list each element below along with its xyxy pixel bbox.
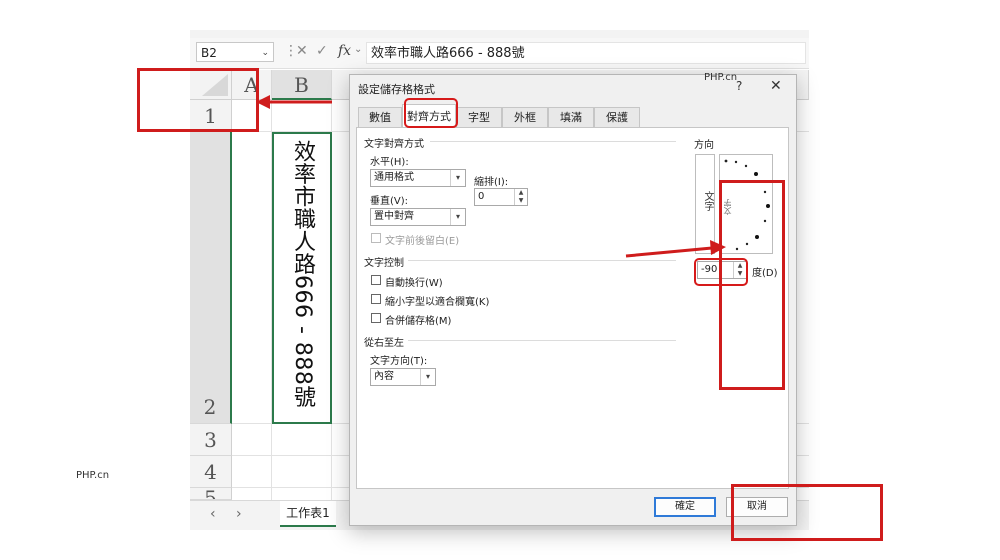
indent-value: 0 [478, 191, 485, 202]
merge-cells-checkbox[interactable] [371, 313, 381, 323]
group-separator [430, 141, 676, 142]
ribbon-strip [190, 30, 809, 38]
chevron-left-icon[interactable]: ‹ [210, 506, 216, 522]
chevron-down-icon[interactable]: ▾ [450, 209, 465, 225]
indent-spinner[interactable]: 0 ▲ ▼ [474, 188, 528, 206]
wrap-text-label: 自動換行(W) [385, 278, 443, 289]
chevron-down-icon[interactable]: ▾ [420, 369, 435, 385]
spin-up-icon[interactable]: ▲ [514, 189, 527, 197]
sheet-tab-1[interactable]: 工作表1 [280, 501, 336, 527]
text-direction-value: 內容 [374, 371, 394, 382]
merge-cells-label: 合併儲存格(M) [385, 316, 452, 327]
indent-label: 縮排(I): [474, 177, 509, 188]
confirm-entry-icon[interactable]: ✓ [316, 43, 328, 59]
cancel-entry-icon[interactable]: ✕ [296, 43, 308, 59]
justify-distributed-label: 文字前後留白(E) [385, 236, 460, 247]
annotation-box-cancel [731, 484, 883, 541]
text-control-group-label: 文字控制 [364, 258, 404, 269]
row-header-5[interactable]: 5 [190, 488, 232, 500]
wrap-text-checkbox[interactable] [371, 275, 381, 285]
tab-border[interactable]: 外框 [502, 107, 548, 127]
ok-button[interactable]: 確定 [654, 497, 716, 517]
close-icon[interactable]: ✕ [770, 78, 782, 94]
text-direction-label: 文字方向(T): [370, 356, 428, 367]
shrink-to-fit-checkbox[interactable] [371, 294, 381, 304]
row-header-3[interactable]: 3 [190, 424, 232, 456]
tab-font[interactable]: 字型 [456, 107, 502, 127]
justify-distributed-checkbox[interactable] [371, 233, 381, 243]
dialog-title: 設定儲存格格式 [358, 83, 435, 96]
tab-protection[interactable]: 保護 [594, 107, 640, 127]
tab-number[interactable]: 數值 [358, 107, 402, 127]
annotation-arrow-left-icon [256, 95, 332, 109]
annotation-box-alignment-tab [404, 98, 458, 128]
rtl-group-label: 從右至左 [364, 338, 404, 349]
horizontal-select-value: 通用格式 [374, 172, 414, 183]
vertical-label: 垂直(V): [370, 196, 409, 207]
annotation-arrow-right-icon [625, 240, 726, 258]
vertical-select-value: 置中對齊 [374, 211, 414, 222]
spin-down-icon[interactable]: ▼ [514, 197, 527, 205]
group-separator [408, 260, 676, 261]
cell-b2[interactable]: 效率市職人路666 - 888號 [272, 132, 332, 424]
annotation-box-corner [137, 68, 259, 132]
row-header-2[interactable]: 2 [190, 132, 232, 424]
cell-b2-value: 效率市職人路666 - 888號 [290, 140, 315, 408]
formula-input[interactable]: 效率市職人路666 - 888號 [366, 42, 806, 64]
vertical-text-sample: 文字 [702, 191, 713, 211]
shrink-to-fit-label: 縮小字型以適合欄寬(K) [385, 297, 490, 308]
chevron-down-icon[interactable]: ⌄ [261, 43, 269, 63]
chevron-down-icon[interactable]: ⌄ [354, 44, 362, 55]
tab-fill[interactable]: 填滿 [548, 107, 594, 127]
text-direction-select[interactable]: 內容 ▾ [370, 368, 436, 386]
name-box[interactable]: B2 ⌄ [196, 42, 274, 62]
chevron-down-icon[interactable]: ▾ [450, 170, 465, 186]
vertical-select[interactable]: 置中對齊 ▾ [370, 208, 466, 226]
text-alignment-group-label: 文字對齊方式 [364, 139, 424, 150]
name-box-value: B2 [201, 46, 217, 60]
group-separator [408, 340, 676, 341]
horizontal-label: 水平(H): [370, 157, 409, 168]
formula-bar: B2 ⌄ ⋮ ✕ ✓ fx ⌄ 效率市職人路666 - 888號 [190, 38, 809, 69]
insert-function-icon[interactable]: fx [338, 43, 351, 59]
watermark-top: PHP.cn [704, 72, 738, 83]
row-header-4[interactable]: 4 [190, 456, 232, 488]
horizontal-select[interactable]: 通用格式 ▾ [370, 169, 466, 187]
orientation-group-label: 方向 [694, 140, 714, 151]
annotation-box-degrees [694, 258, 748, 286]
chevron-right-icon[interactable]: › [236, 506, 242, 522]
watermark-bottom-left: PHP.cn [76, 470, 110, 481]
